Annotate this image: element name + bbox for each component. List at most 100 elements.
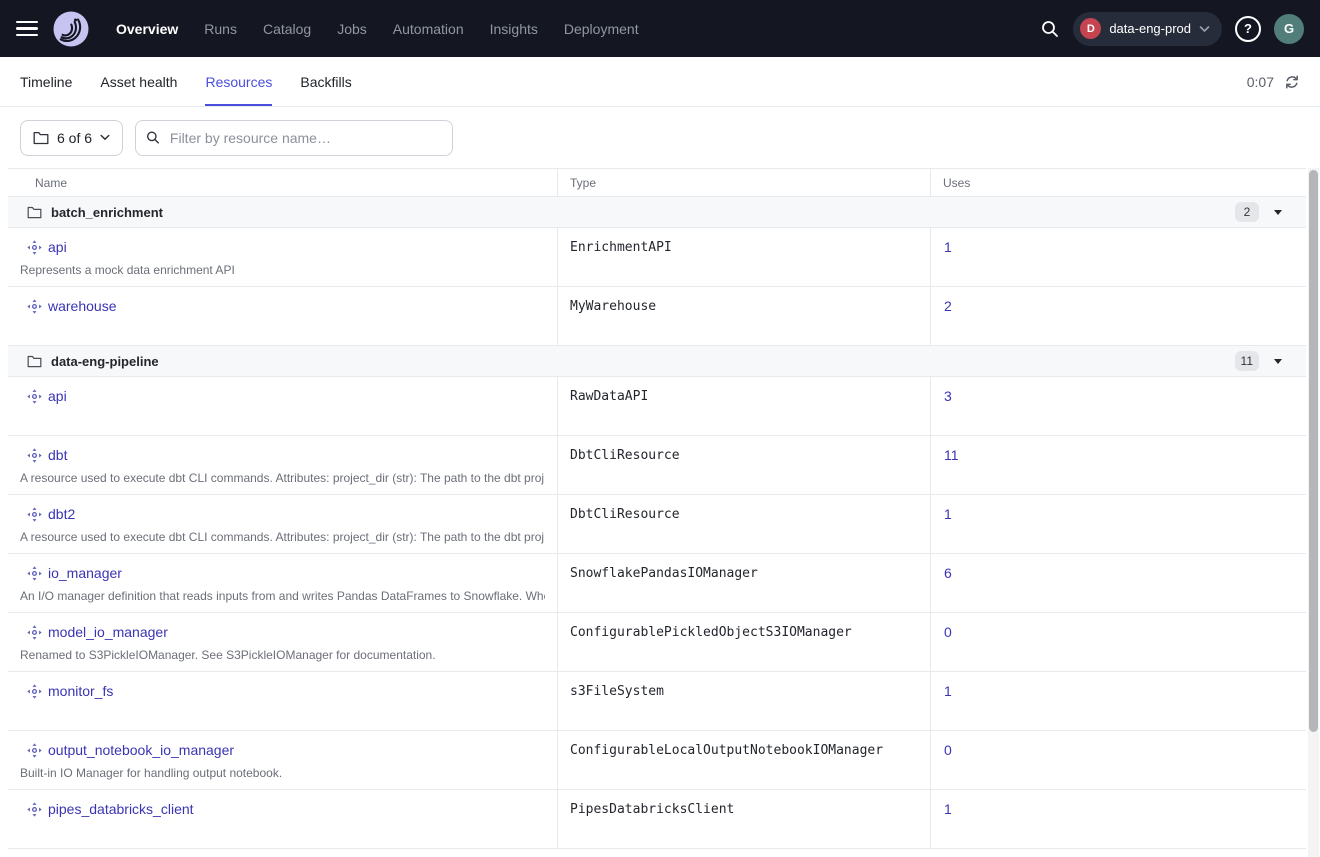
scrollbar-thumb[interactable] [1309,170,1318,732]
collapse-caret-icon[interactable] [1274,359,1282,364]
search-button[interactable] [1040,19,1060,39]
resource-row: pipes_databricks_client PipesDatabricksC… [8,790,1306,849]
resource-uses-link[interactable]: 1 [944,683,952,699]
resource-description: Built-in IO Manager for handling output … [20,766,545,780]
resource-row: api Represents a mock data enrichment AP… [8,228,1306,287]
nav-item-overview[interactable]: Overview [116,21,178,37]
tabs: Timeline Asset health Resources Backfills [20,57,380,106]
resource-type-cell: MyWarehouse [557,287,930,345]
resource-name-link[interactable]: dbt2 [48,506,75,522]
resource-name-cell: monitor_fs [8,672,557,730]
resource-name-link[interactable]: api [48,239,67,255]
resource-icon [27,299,42,314]
resource-uses-cell: 1 [930,228,1306,286]
top-nav: Overview Runs Catalog Jobs Automation Insight… [0,0,1320,57]
resource-name-link[interactable]: warehouse [48,298,117,314]
nav-items: Overview Runs Catalog Jobs Automation Insight… [116,21,639,37]
resource-icon [27,684,42,699]
workspace-initial-badge: D [1080,18,1101,39]
tab-resources[interactable]: Resources [205,57,272,106]
group-name: batch_enrichment [51,205,163,220]
resource-row: output_notebook_io_manager Built-in IO M… [8,731,1306,790]
group-count-badge: 2 [1235,202,1259,222]
resource-uses-cell: 3 [930,377,1306,435]
chevron-down-icon [1199,25,1210,33]
resource-uses-link[interactable]: 1 [944,506,952,522]
resource-uses-link[interactable]: 1 [944,801,952,817]
scrollbar-track [1308,168,1319,857]
resource-name-cell: model_io_manager Renamed to S3PickleIOMa… [8,613,557,671]
resource-name-link[interactable]: io_manager [48,565,122,581]
tab-timeline[interactable]: Timeline [20,57,72,106]
column-header-type: Type [557,169,930,196]
resource-type-cell: ConfigurablePickledObjectS3IOManager [557,613,930,671]
resource-description: An I/O manager definition that reads inp… [20,589,545,603]
dagster-logo-icon [52,10,90,48]
avatar[interactable]: G [1274,14,1304,44]
resource-name-link[interactable]: dbt [48,447,67,463]
workspace-switcher[interactable]: D data-eng-prod [1073,12,1222,46]
resource-row: warehouse MyWarehouse 2 [8,287,1306,346]
tab-asset-health[interactable]: Asset health [100,57,177,106]
resource-name-cell: dbt2 A resource used to execute dbt CLI … [8,495,557,553]
dagster-logo [52,10,90,48]
resource-uses-link[interactable]: 1 [944,239,952,255]
resource-uses-cell: 1 [930,672,1306,730]
resource-row: io_manager An I/O manager definition tha… [8,554,1306,613]
workspace-name: data-eng-prod [1109,21,1191,36]
column-header-uses: Uses [930,169,1306,196]
resource-uses-link[interactable]: 0 [944,624,952,640]
resource-name-link[interactable]: api [48,388,67,404]
nav-item-catalog[interactable]: Catalog [263,21,311,37]
refresh-timer: 0:07 [1247,74,1274,90]
menu-button[interactable] [16,17,40,41]
tab-bar: Timeline Asset health Resources Backfills 0… [0,57,1320,107]
resource-uses-link[interactable]: 0 [944,742,952,758]
resource-type-cell: EnrichmentAPI [557,228,930,286]
resource-name-link[interactable]: monitor_fs [48,683,113,699]
resource-icon [27,743,42,758]
nav-item-automation[interactable]: Automation [393,21,464,37]
resource-uses-cell: 11 [930,436,1306,494]
nav-item-jobs[interactable]: Jobs [337,21,367,37]
resource-name-link[interactable]: output_notebook_io_manager [48,742,234,758]
tab-backfills[interactable]: Backfills [300,57,351,106]
group-row[interactable]: batch_enrichment 2 [8,197,1306,228]
resource-uses-cell: 0 [930,613,1306,671]
resource-uses-link[interactable]: 11 [944,447,959,463]
resource-type-cell: s3FileSystem [557,672,930,730]
resource-name-link[interactable]: model_io_manager [48,624,168,640]
menu-icon [16,21,38,24]
nav-item-insights[interactable]: Insights [490,21,538,37]
folder-icon [33,131,49,145]
nav-item-runs[interactable]: Runs [204,21,237,37]
folder-icon [27,206,42,219]
nav-item-deployment[interactable]: Deployment [564,21,639,37]
resource-type-cell: PipesDatabricksClient [557,790,930,848]
resource-type-cell: DbtCliResource [557,436,930,494]
group-count-badge: 11 [1235,351,1259,371]
resource-name-cell: output_notebook_io_manager Built-in IO M… [8,731,557,789]
refresh-icon [1284,74,1300,90]
resource-type-cell: DbtCliResource [557,495,930,553]
resource-name-link[interactable]: pipes_databricks_client [48,801,194,817]
group-filter-label: 6 of 6 [57,130,92,146]
group-name: data-eng-pipeline [51,354,159,369]
resource-type-cell: RawDataAPI [557,377,930,435]
resource-type-cell: SnowflakePandasIOManager [557,554,930,612]
folder-icon [27,355,42,368]
resource-name-cell: io_manager An I/O manager definition tha… [8,554,557,612]
refresh-button[interactable] [1284,74,1300,90]
resource-filter-input[interactable] [168,129,442,147]
help-button[interactable]: ? [1235,16,1261,42]
resource-uses-link[interactable]: 6 [944,565,952,581]
resource-description: A resource used to execute dbt CLI comma… [20,471,545,485]
resource-description: Represents a mock data enrichment API [20,263,545,277]
group-filter-button[interactable]: 6 of 6 [20,120,123,156]
resource-uses-link[interactable]: 3 [944,388,952,404]
resource-uses-link[interactable]: 2 [944,298,952,314]
resource-icon [27,566,42,581]
collapse-caret-icon[interactable] [1274,210,1282,215]
group-row[interactable]: data-eng-pipeline 11 [8,346,1306,377]
resource-uses-cell: 2 [930,287,1306,345]
